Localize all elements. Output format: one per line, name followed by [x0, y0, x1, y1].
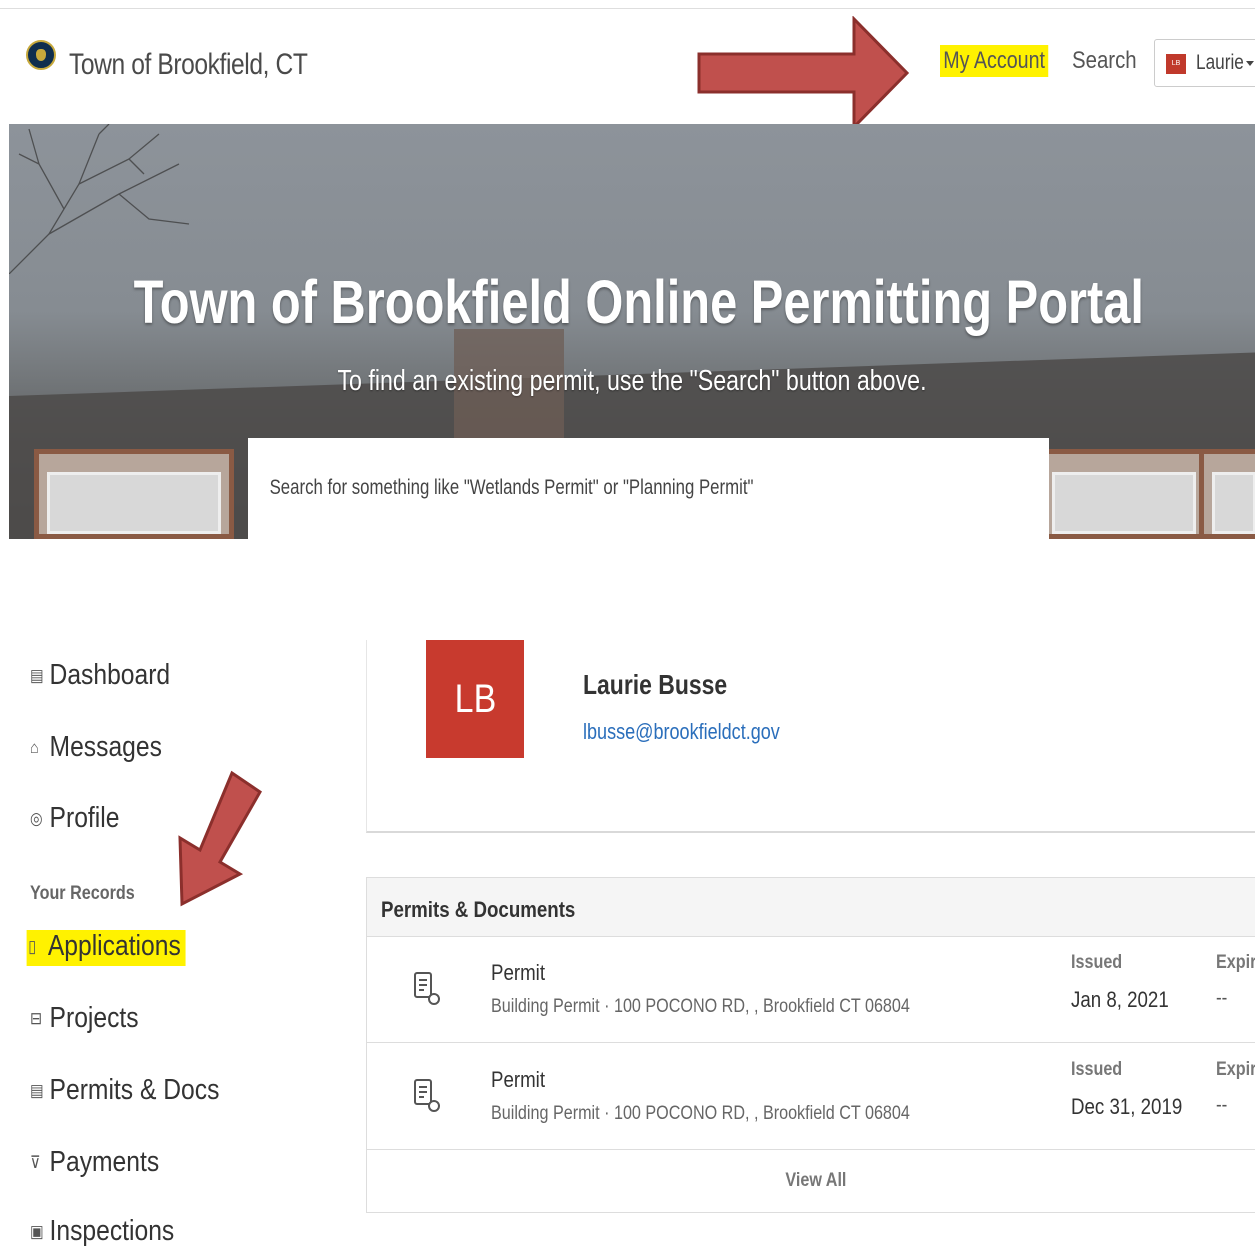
hero-banner: Town of Brookfield Online Permitting Por… [9, 124, 1255, 539]
caret-down-icon [1246, 61, 1254, 66]
permit-row[interactable]: Permit Building Permit · 100 POCONO RD, … [367, 936, 1255, 1043]
inspections-icon: ▣ [30, 1222, 44, 1241]
applications-icon: ▯ [28, 937, 37, 956]
expires-label: Expir [1216, 952, 1255, 973]
user-menu-button[interactable]: LB Laurie [1154, 39, 1255, 87]
issued-date: Jan 8, 2021 [1071, 987, 1169, 1012]
view-all-label: View All [785, 1170, 847, 1191]
sidebar-item-label: Messages [49, 731, 162, 763]
brand-title[interactable]: Town of Brookfield, CT [69, 48, 308, 82]
sidebar-item-label: Payments [49, 1146, 160, 1178]
permit-description: Building Permit · 100 POCONO RD, , Brook… [491, 996, 910, 1017]
panel-header: Permits & Documents [367, 878, 1255, 937]
permit-type: Permit [491, 960, 546, 985]
hero-title: Town of Brookfield Online Permitting Por… [133, 268, 1144, 336]
sidebar-item-label: Inspections [49, 1215, 175, 1247]
messages-icon: ⌂ [30, 738, 39, 757]
sidebar-item-applications[interactable]: ▯ Applications [26, 930, 186, 966]
sidebar-item-payments[interactable]: ⊽ Payments [30, 1146, 159, 1179]
user-name: Laurie [1196, 51, 1244, 74]
permits-docs-icon: ▤ [30, 1081, 44, 1100]
sidebar-item-projects[interactable]: ⊟ Projects [30, 1002, 139, 1035]
hero-subtitle: To find an existing permit, use the "Sea… [337, 365, 927, 397]
profile-name: Laurie Busse [583, 669, 728, 700]
red-arrow-right-annotation [697, 16, 910, 131]
view-all-button[interactable]: View All [367, 1150, 1255, 1212]
sidebar-item-profile[interactable]: ◎ Profile [30, 802, 119, 835]
tree-branches [9, 124, 190, 274]
expires-value: -- [1216, 1094, 1228, 1116]
sidebar-item-messages[interactable]: ⌂ Messages [30, 731, 162, 764]
window-backdrop [1199, 449, 1255, 539]
profile-email-link[interactable]: lbusse@brookfieldct.gov [583, 719, 780, 745]
your-records-label: Your Records [30, 883, 135, 904]
user-avatar-small: LB [1166, 54, 1186, 74]
profile-icon: ◎ [30, 809, 43, 828]
my-account-link[interactable]: My Account [940, 45, 1049, 77]
sidebar-item-label: Projects [49, 1002, 139, 1034]
highlight-marker: ▯ Applications [26, 930, 186, 966]
window-backdrop [1039, 449, 1209, 539]
payments-icon: ⊽ [30, 1153, 41, 1172]
red-arrow-down-annotation [178, 770, 262, 907]
issued-date: Dec 31, 2019 [1071, 1094, 1183, 1119]
hero-search-box[interactable] [248, 438, 1049, 539]
dashboard-icon: ▤ [30, 666, 44, 685]
panel-title: Permits & Documents [381, 897, 576, 922]
permit-document-icon [414, 972, 440, 1005]
sidebar-item-inspections[interactable]: ▣ Inspections [30, 1215, 174, 1248]
sidebar-item-permits-docs[interactable]: ▤ Permits & Docs [30, 1074, 219, 1107]
issued-label: Issued [1071, 1059, 1123, 1080]
sidebar-item-label: Applications [47, 930, 181, 962]
projects-icon: ⊟ [30, 1009, 43, 1028]
window-backdrop [34, 449, 234, 539]
sidebar-item-label: Permits & Docs [49, 1074, 220, 1106]
sidebar-item-label: Dashboard [49, 659, 171, 691]
search-link[interactable]: Search [1072, 47, 1137, 75]
permit-document-icon [414, 1079, 440, 1112]
permit-description: Building Permit · 100 POCONO RD, , Brook… [491, 1103, 910, 1124]
sidebar-item-label: Profile [49, 802, 120, 834]
sidebar-item-dashboard[interactable]: ▤ Dashboard [30, 659, 170, 692]
profile-avatar: LB [426, 640, 524, 758]
expires-label: Expir [1216, 1059, 1255, 1080]
permits-documents-panel: Permits & Documents Permit Building Perm… [366, 877, 1255, 1213]
issued-label: Issued [1071, 952, 1123, 973]
town-seal-logo[interactable] [26, 40, 56, 70]
expires-value: -- [1216, 987, 1228, 1009]
hero-search-input[interactable] [268, 475, 880, 501]
permit-type: Permit [491, 1067, 546, 1092]
permit-row[interactable]: Permit Building Permit · 100 POCONO RD, … [367, 1043, 1255, 1150]
